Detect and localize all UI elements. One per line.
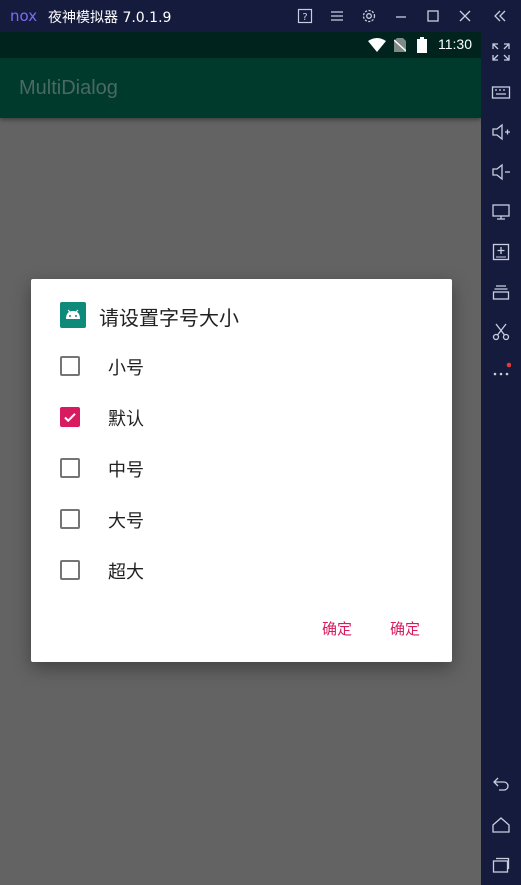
svg-text:?: ?	[302, 12, 307, 23]
option-label: 大号	[108, 511, 144, 532]
wifi-icon	[368, 38, 386, 52]
option-label: 中号	[108, 460, 144, 481]
confirm-button-2[interactable]: 确定	[390, 616, 420, 641]
checkbox-checked[interactable]	[60, 407, 80, 427]
volume-up-icon[interactable]	[489, 120, 513, 144]
checkbox[interactable]	[60, 560, 80, 580]
option-label: 小号	[108, 358, 144, 379]
svg-text:nox: nox	[10, 8, 37, 24]
dialog-title: 请设置字号大小	[99, 306, 239, 330]
status-clock: 11:30	[438, 36, 472, 52]
option-label: 超大	[108, 562, 144, 583]
option-row[interactable]: 大号	[31, 494, 452, 544]
android-screen: 11:30 MultiDialog 请设置字号大小 小号 默认 中号 大号 超大…	[0, 32, 481, 885]
checkbox[interactable]	[60, 458, 80, 478]
fullscreen-icon[interactable]	[489, 40, 513, 64]
close-icon[interactable]	[455, 6, 475, 26]
option-row[interactable]: 小号	[31, 341, 452, 391]
minimize-icon[interactable]	[391, 6, 411, 26]
menu-icon[interactable]	[327, 6, 347, 26]
app-toolbar: MultiDialog	[0, 58, 481, 118]
checkbox[interactable]	[60, 356, 80, 376]
add-apk-icon[interactable]	[489, 240, 513, 264]
recent-apps-icon[interactable]	[489, 853, 513, 877]
battery-icon	[417, 37, 427, 53]
volume-down-icon[interactable]	[489, 160, 513, 184]
home-icon[interactable]	[489, 813, 513, 837]
android-app-icon	[60, 302, 86, 328]
more-options-icon[interactable]	[489, 360, 513, 384]
option-row[interactable]: 超大	[31, 545, 452, 595]
confirm-button[interactable]: 确定	[322, 616, 352, 641]
scissors-icon[interactable]	[489, 320, 513, 344]
no-sim-icon	[394, 38, 406, 52]
help-icon[interactable]: ?	[295, 6, 315, 26]
option-label: 默认	[108, 409, 144, 430]
window-title: 夜神模拟器 7.0.1.9	[48, 10, 172, 26]
maximize-icon[interactable]	[423, 6, 443, 26]
checkbox[interactable]	[60, 509, 80, 529]
checkmark-icon	[64, 413, 76, 423]
android-status-bar: 11:30	[0, 32, 481, 58]
settings-gear-icon[interactable]	[359, 6, 379, 26]
multi-instance-icon[interactable]	[489, 280, 513, 304]
font-size-dialog: 请设置字号大小 小号 默认 中号 大号 超大 确定 确定	[31, 279, 452, 662]
back-icon[interactable]	[489, 772, 513, 796]
option-row[interactable]: 中号	[31, 443, 452, 493]
nox-logo: nox	[10, 8, 37, 24]
option-row[interactable]: 默认	[31, 392, 452, 442]
emulator-title-bar: nox 夜神模拟器 7.0.1.9 ?	[0, 0, 521, 32]
collapse-sidebar-icon[interactable]	[490, 6, 510, 26]
screen-display-icon[interactable]	[489, 200, 513, 224]
keyboard-icon[interactable]	[489, 80, 513, 104]
emulator-sidebar	[481, 32, 521, 885]
app-title: MultiDialog	[19, 77, 118, 99]
